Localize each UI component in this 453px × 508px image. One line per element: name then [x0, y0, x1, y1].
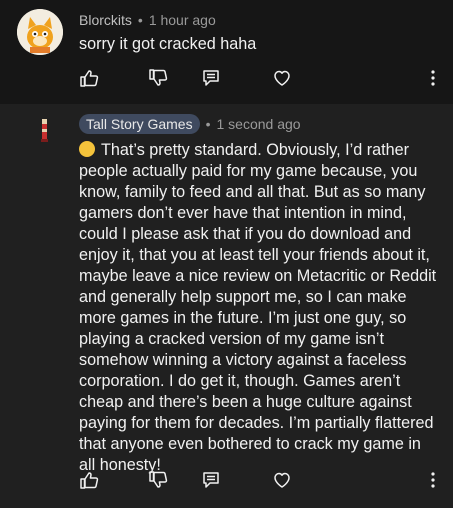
heart-icon [274, 472, 290, 488]
dislike-button[interactable] [148, 470, 168, 490]
avatar[interactable] [17, 9, 63, 55]
more-vert-icon [431, 472, 435, 488]
heart-icon [274, 70, 290, 86]
timestamp[interactable]: 1 second ago [217, 116, 301, 132]
thumbs-down-icon [149, 69, 168, 86]
comment: Blorckits • 1 hour ago sorry it got crac… [0, 0, 453, 104]
reply-icon [203, 472, 219, 488]
creator-badge[interactable]: Tall Story Games [79, 114, 200, 134]
heart-button[interactable] [272, 470, 292, 490]
comment-actions [0, 68, 453, 90]
timestamp[interactable]: 1 hour ago [149, 12, 216, 28]
cat-avatar-icon [17, 9, 63, 55]
comment-meta: Tall Story Games • 1 second ago [79, 114, 301, 134]
reply-button[interactable] [201, 68, 221, 88]
avatar[interactable] [26, 113, 62, 149]
comment-text: That’s pretty standard. Obviously, I’d r… [79, 140, 439, 476]
separator-dot: • [205, 116, 211, 132]
like-button[interactable] [79, 68, 99, 88]
comment-meta: Blorckits • 1 hour ago [79, 12, 216, 28]
thumbs-down-icon [149, 471, 168, 488]
more-options-button[interactable] [423, 68, 443, 88]
reply-text: That’s pretty standard. Obviously, I’d r… [79, 141, 437, 474]
heart-button[interactable] [272, 68, 292, 88]
like-button[interactable] [79, 470, 99, 490]
dislike-button[interactable] [148, 68, 168, 88]
comment-actions [0, 470, 453, 492]
more-options-button[interactable] [423, 470, 443, 490]
reply-icon [203, 70, 219, 86]
thumbs-up-icon [80, 70, 99, 87]
author-name[interactable]: Blorckits [79, 12, 132, 28]
thumbs-up-icon [80, 472, 99, 489]
separator-dot: • [137, 12, 143, 28]
grimace-emoji-icon [79, 141, 95, 157]
comment-text: sorry it got cracked haha [79, 35, 257, 53]
tall-story-logo-icon [41, 119, 48, 142]
comment-reply: Tall Story Games • 1 second ago That’s p… [0, 104, 453, 508]
more-vert-icon [431, 70, 435, 86]
reply-button[interactable] [201, 470, 221, 490]
